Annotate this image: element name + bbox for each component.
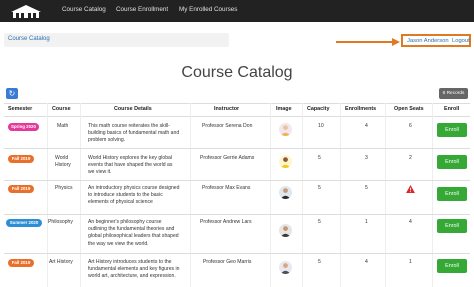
course-details: World History explores the key global ev… bbox=[88, 155, 173, 176]
user-name-link[interactable]: Jason Anderson bbox=[407, 38, 449, 44]
course-details: An beginner's philosophy course outlinin… bbox=[88, 219, 179, 247]
capacity-value: 5 bbox=[318, 155, 321, 161]
header-instructor[interactable]: Instructor bbox=[214, 106, 239, 112]
school-logo-icon[interactable] bbox=[8, 3, 44, 19]
header-enroll: Enroll bbox=[444, 106, 460, 112]
enroll-button[interactable]: Enroll bbox=[437, 259, 467, 273]
header-image: Image bbox=[276, 106, 292, 112]
instructor-avatar bbox=[279, 224, 292, 237]
column-divider bbox=[190, 103, 191, 287]
enroll-button[interactable]: Enroll bbox=[437, 123, 467, 137]
course-name: World History bbox=[55, 155, 71, 169]
capacity-value: 5 bbox=[318, 259, 321, 265]
enrollments-value: 3 bbox=[365, 155, 368, 161]
semester-badge: Summer 2020 bbox=[6, 219, 42, 227]
instructor-name: Professor Andrew Lars bbox=[200, 219, 252, 225]
capacity-value: 5 bbox=[318, 185, 321, 191]
open-seats-value: 2 bbox=[409, 155, 412, 161]
semester-badge: Fall 2019 bbox=[8, 185, 34, 193]
logout-link[interactable]: Logout bbox=[452, 38, 470, 44]
column-divider bbox=[80, 103, 81, 287]
enrollments-value: 5 bbox=[365, 185, 368, 191]
enrollments-value: 1 bbox=[365, 219, 368, 225]
column-divider bbox=[432, 103, 433, 287]
refresh-button[interactable]: ↻ bbox=[6, 88, 18, 99]
enrollments-value: 4 bbox=[365, 259, 368, 265]
instructor-avatar bbox=[279, 123, 292, 136]
column-divider bbox=[302, 103, 303, 287]
open-seats-value: 6 bbox=[409, 123, 412, 129]
enroll-button[interactable]: Enroll bbox=[437, 219, 467, 233]
user-menu: Jason Anderson Logout bbox=[401, 34, 471, 47]
open-seats-value: 4 bbox=[409, 219, 412, 225]
refresh-icon: ↻ bbox=[8, 89, 16, 98]
column-divider bbox=[340, 103, 341, 287]
warning-icon bbox=[406, 185, 415, 193]
page-title: Course Catalog bbox=[181, 64, 293, 81]
course-details: This math course reiterates the skill- b… bbox=[88, 123, 180, 144]
instructor-name: Professor Serena Don bbox=[202, 123, 253, 129]
semester-badge: Fall 2019 bbox=[8, 259, 34, 267]
semester-badge: Fall 2019 bbox=[8, 155, 34, 163]
header-top-divider bbox=[4, 103, 470, 104]
nav-my-enrolled-courses[interactable]: My Enrolled Courses bbox=[179, 6, 237, 13]
instructor-name: Professor Geo Marris bbox=[203, 259, 252, 265]
breadcrumb-course-catalog[interactable]: Course Catalog bbox=[8, 36, 50, 42]
course-details: An introductory physics course designed … bbox=[88, 185, 180, 206]
column-divider bbox=[385, 103, 386, 287]
header-course[interactable]: Course bbox=[52, 106, 71, 112]
enroll-button[interactable]: Enroll bbox=[437, 155, 467, 169]
capacity-value: 5 bbox=[318, 219, 321, 225]
header-course-details[interactable]: Course Details bbox=[114, 106, 152, 112]
header-open-seats[interactable]: Open Seats bbox=[394, 106, 424, 112]
breadcrumb: Course Catalog bbox=[4, 33, 229, 47]
row-divider bbox=[4, 253, 470, 254]
course-name: Physics bbox=[55, 185, 73, 191]
header-bottom-divider bbox=[4, 116, 470, 117]
nav-course-enrollment[interactable]: Course Enrollment bbox=[116, 6, 168, 13]
course-details: Art History introduces students to the f… bbox=[88, 259, 180, 280]
semester-badge: Spring 2020 bbox=[8, 123, 39, 131]
enrollments-value: 4 bbox=[365, 123, 368, 129]
capacity-value: 10 bbox=[318, 123, 324, 129]
nav-course-catalog[interactable]: Course Catalog bbox=[62, 6, 106, 13]
enroll-button[interactable]: Enroll bbox=[437, 187, 467, 201]
course-name: Philosophy bbox=[48, 219, 73, 225]
course-name: Math bbox=[57, 123, 69, 129]
header-semester[interactable]: Semester bbox=[8, 106, 32, 112]
row-divider bbox=[4, 180, 470, 181]
instructor-avatar bbox=[279, 155, 292, 168]
annotation-arrow-icon bbox=[336, 38, 400, 46]
column-divider bbox=[270, 103, 271, 287]
row-divider bbox=[4, 148, 470, 149]
header-enrollments[interactable]: Enrollments bbox=[345, 106, 376, 112]
course-name: Art History bbox=[49, 259, 73, 265]
row-divider bbox=[4, 214, 470, 215]
instructor-name: Professor Max Evans bbox=[202, 185, 251, 191]
top-navbar: Course Catalog Course Enrollment My Enro… bbox=[0, 0, 474, 22]
header-capacity[interactable]: Capacity bbox=[307, 106, 329, 112]
records-count-badge: 6 Records bbox=[439, 88, 468, 99]
column-divider bbox=[47, 103, 48, 287]
instructor-name: Professor Gerrie Adams bbox=[200, 155, 255, 161]
open-seats-value: 1 bbox=[409, 259, 412, 265]
instructor-avatar bbox=[279, 261, 292, 274]
instructor-avatar bbox=[279, 186, 292, 199]
